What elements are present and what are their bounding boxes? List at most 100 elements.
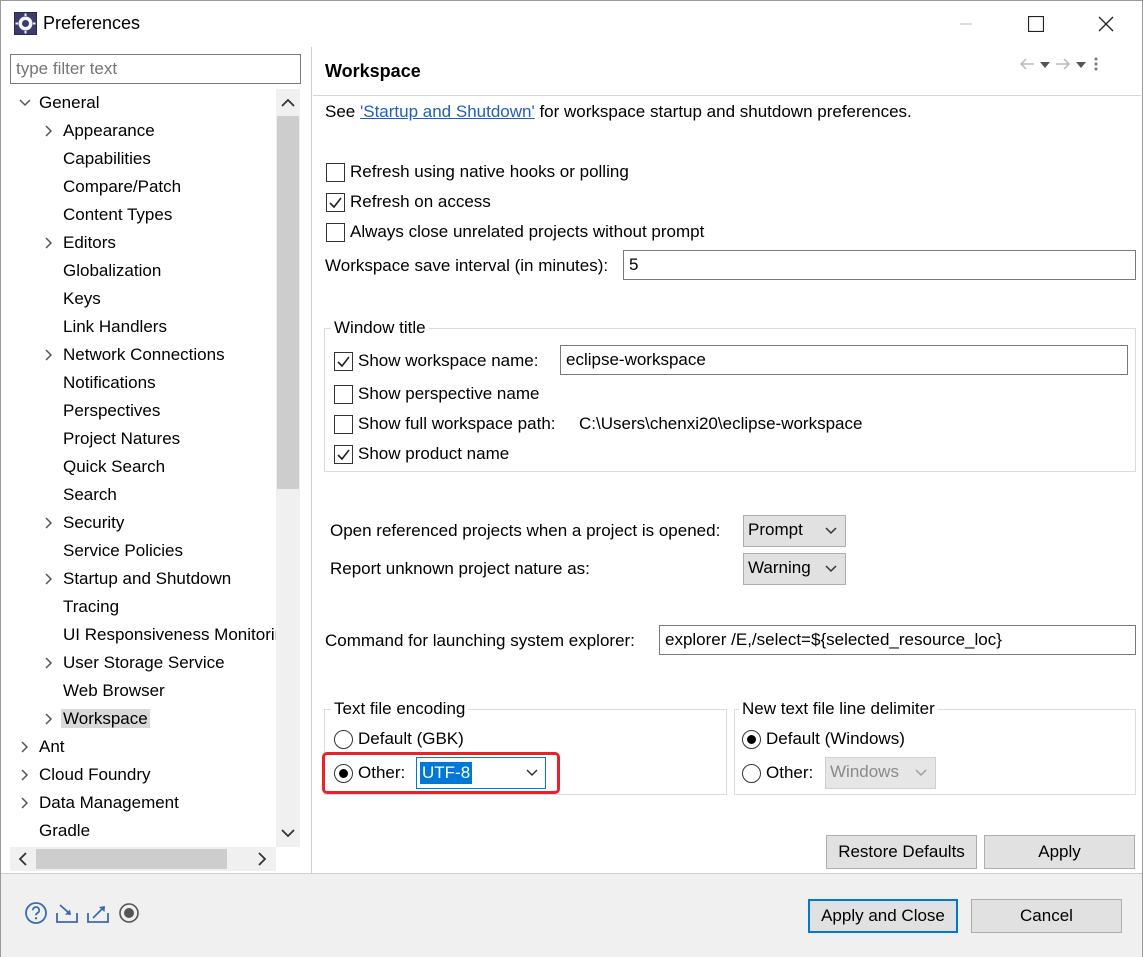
- scroll-right-button[interactable]: [251, 849, 273, 869]
- tree-item-project-natures[interactable]: Project Natures: [39, 425, 182, 453]
- workspace-name-input[interactable]: eclipse-workspace: [560, 345, 1128, 375]
- delimiter-other-label[interactable]: Other:: [766, 763, 813, 783]
- apply-and-close-button[interactable]: Apply and Close: [808, 899, 958, 933]
- filter-input[interactable]: [10, 54, 301, 84]
- close-button[interactable]: [1071, 1, 1141, 47]
- minimize-button[interactable]: [931, 1, 1001, 47]
- tree-item-data-management[interactable]: Data Management: [15, 789, 181, 817]
- export-icon[interactable]: [86, 901, 110, 925]
- tree-vertical-scroll-thumb[interactable]: [277, 116, 299, 489]
- always-close-label[interactable]: Always close unrelated projects without …: [350, 222, 704, 242]
- chevron-right-icon[interactable]: [41, 649, 57, 677]
- scroll-down-button[interactable]: [278, 821, 298, 845]
- save-interval-input[interactable]: 5: [623, 250, 1136, 280]
- tree-item-notifications[interactable]: Notifications: [39, 369, 158, 397]
- tree-item-label: General: [39, 93, 100, 112]
- tree-item-service-policies[interactable]: Service Policies: [39, 537, 185, 565]
- tree-item-user-storage-service[interactable]: User Storage Service: [39, 649, 227, 677]
- show-full-path-label[interactable]: Show full workspace path:: [358, 414, 556, 434]
- tree-item-label: Security: [63, 513, 125, 532]
- tree-item-label: Gradle: [39, 821, 91, 840]
- explorer-command-input[interactable]: explorer /E,/select=${selected_resource_…: [659, 625, 1136, 655]
- forward-dropdown-icon[interactable]: [1075, 57, 1087, 71]
- tree-item-label: Appearance: [63, 121, 155, 140]
- refresh-access-label[interactable]: Refresh on access: [350, 192, 491, 212]
- import-icon[interactable]: [55, 901, 79, 925]
- tree-item-startup-and-shutdown[interactable]: Startup and Shutdown: [39, 565, 233, 593]
- refresh-access-checkbox[interactable]: [326, 193, 345, 212]
- encoding-default-label[interactable]: Default (GBK): [358, 729, 464, 749]
- tree-item-gradle[interactable]: Gradle: [15, 817, 92, 845]
- tree-item-general[interactable]: General: [15, 89, 101, 117]
- tree-item-workspace[interactable]: Workspace: [39, 705, 150, 733]
- record-icon[interactable]: [117, 901, 141, 925]
- refresh-native-checkbox[interactable]: [326, 163, 345, 182]
- chevron-right-icon[interactable]: [41, 565, 57, 593]
- chevron-right-icon: [258, 852, 267, 866]
- tree-item-editors[interactable]: Editors: [39, 229, 118, 257]
- save-interval-label: Workspace save interval (in minutes):: [325, 256, 609, 275]
- delimiter-default-label[interactable]: Default (Windows): [766, 729, 905, 749]
- scroll-left-button[interactable]: [12, 849, 34, 869]
- delimiter-default-radio[interactable]: [742, 730, 761, 749]
- encoding-default-radio[interactable]: [334, 730, 353, 749]
- tree-item-ant[interactable]: Ant: [15, 733, 67, 761]
- show-product-label[interactable]: Show product name: [358, 444, 509, 464]
- tree-item-search[interactable]: Search: [39, 481, 119, 509]
- delimiter-other-radio[interactable]: [742, 764, 761, 783]
- tree-item-keys[interactable]: Keys: [39, 285, 103, 313]
- open-referenced-value: Prompt: [748, 520, 803, 539]
- refresh-native-label[interactable]: Refresh using native hooks or polling: [350, 162, 629, 182]
- startup-shutdown-link[interactable]: 'Startup and Shutdown': [360, 102, 535, 121]
- unknown-nature-select[interactable]: Warning: [743, 553, 846, 585]
- tree-horizontal-scroll-thumb[interactable]: [36, 849, 227, 869]
- chevron-right-icon[interactable]: [41, 509, 57, 537]
- forward-arrow-icon[interactable]: [1055, 57, 1071, 71]
- chevron-right-icon[interactable]: [41, 705, 57, 733]
- tree-item-globalization[interactable]: Globalization: [39, 257, 163, 285]
- tree-item-web-browser[interactable]: Web Browser: [39, 677, 167, 705]
- tree-item-network-connections[interactable]: Network Connections: [39, 341, 227, 369]
- tree-item-label: UI Responsiveness Monitoring: [63, 625, 276, 644]
- show-workspace-name-checkbox[interactable]: [334, 352, 353, 371]
- window-title-group-label: Window title: [331, 318, 429, 338]
- tree-item-appearance[interactable]: Appearance: [39, 117, 157, 145]
- show-product-checkbox[interactable]: [334, 445, 353, 464]
- maximize-button[interactable]: [1001, 1, 1071, 47]
- tree-item-cloud-foundry[interactable]: Cloud Foundry: [15, 761, 153, 789]
- chevron-right-icon[interactable]: [17, 789, 33, 817]
- tree-item-security[interactable]: Security: [39, 509, 126, 537]
- cancel-button[interactable]: Cancel: [971, 899, 1122, 933]
- chevron-down-icon[interactable]: [17, 89, 33, 117]
- pane-divider[interactable]: [311, 47, 312, 873]
- chevron-right-icon[interactable]: [17, 761, 33, 789]
- view-menu-icon[interactable]: [1091, 56, 1101, 72]
- back-dropdown-icon[interactable]: [1039, 57, 1051, 71]
- chevron-right-icon[interactable]: [41, 341, 57, 369]
- chevron-left-icon: [18, 852, 27, 866]
- tree-item-compare-patch[interactable]: Compare/Patch: [39, 173, 183, 201]
- chevron-right-icon[interactable]: [17, 733, 33, 761]
- chevron-right-icon[interactable]: [41, 229, 57, 257]
- scroll-up-button[interactable]: [278, 91, 298, 115]
- open-referenced-select[interactable]: Prompt: [743, 515, 846, 547]
- help-icon[interactable]: [24, 901, 48, 925]
- tree-item-perspectives[interactable]: Perspectives: [39, 397, 162, 425]
- always-close-checkbox[interactable]: [326, 223, 345, 242]
- show-perspective-label[interactable]: Show perspective name: [358, 384, 539, 404]
- chevron-right-icon[interactable]: [41, 117, 57, 145]
- tree-item-capabilities[interactable]: Capabilities: [39, 145, 153, 173]
- tree-item-content-types[interactable]: Content Types: [39, 201, 174, 229]
- tree-item-link-handlers[interactable]: Link Handlers: [39, 313, 169, 341]
- tree-item-ui-responsiveness-monitoring[interactable]: UI Responsiveness Monitoring: [39, 621, 276, 649]
- back-arrow-icon[interactable]: [1019, 57, 1035, 71]
- show-workspace-name-label[interactable]: Show workspace name:: [358, 351, 538, 371]
- tree-item-quick-search[interactable]: Quick Search: [39, 453, 167, 481]
- show-full-path-checkbox[interactable]: [334, 415, 353, 434]
- tree-item-label: Capabilities: [63, 149, 151, 168]
- show-perspective-checkbox[interactable]: [334, 385, 353, 404]
- restore-defaults-button[interactable]: Restore Defaults: [826, 835, 977, 869]
- unknown-nature-label: Report unknown project nature as:: [330, 559, 590, 578]
- tree-item-tracing[interactable]: Tracing: [39, 593, 121, 621]
- apply-button[interactable]: Apply: [984, 835, 1135, 869]
